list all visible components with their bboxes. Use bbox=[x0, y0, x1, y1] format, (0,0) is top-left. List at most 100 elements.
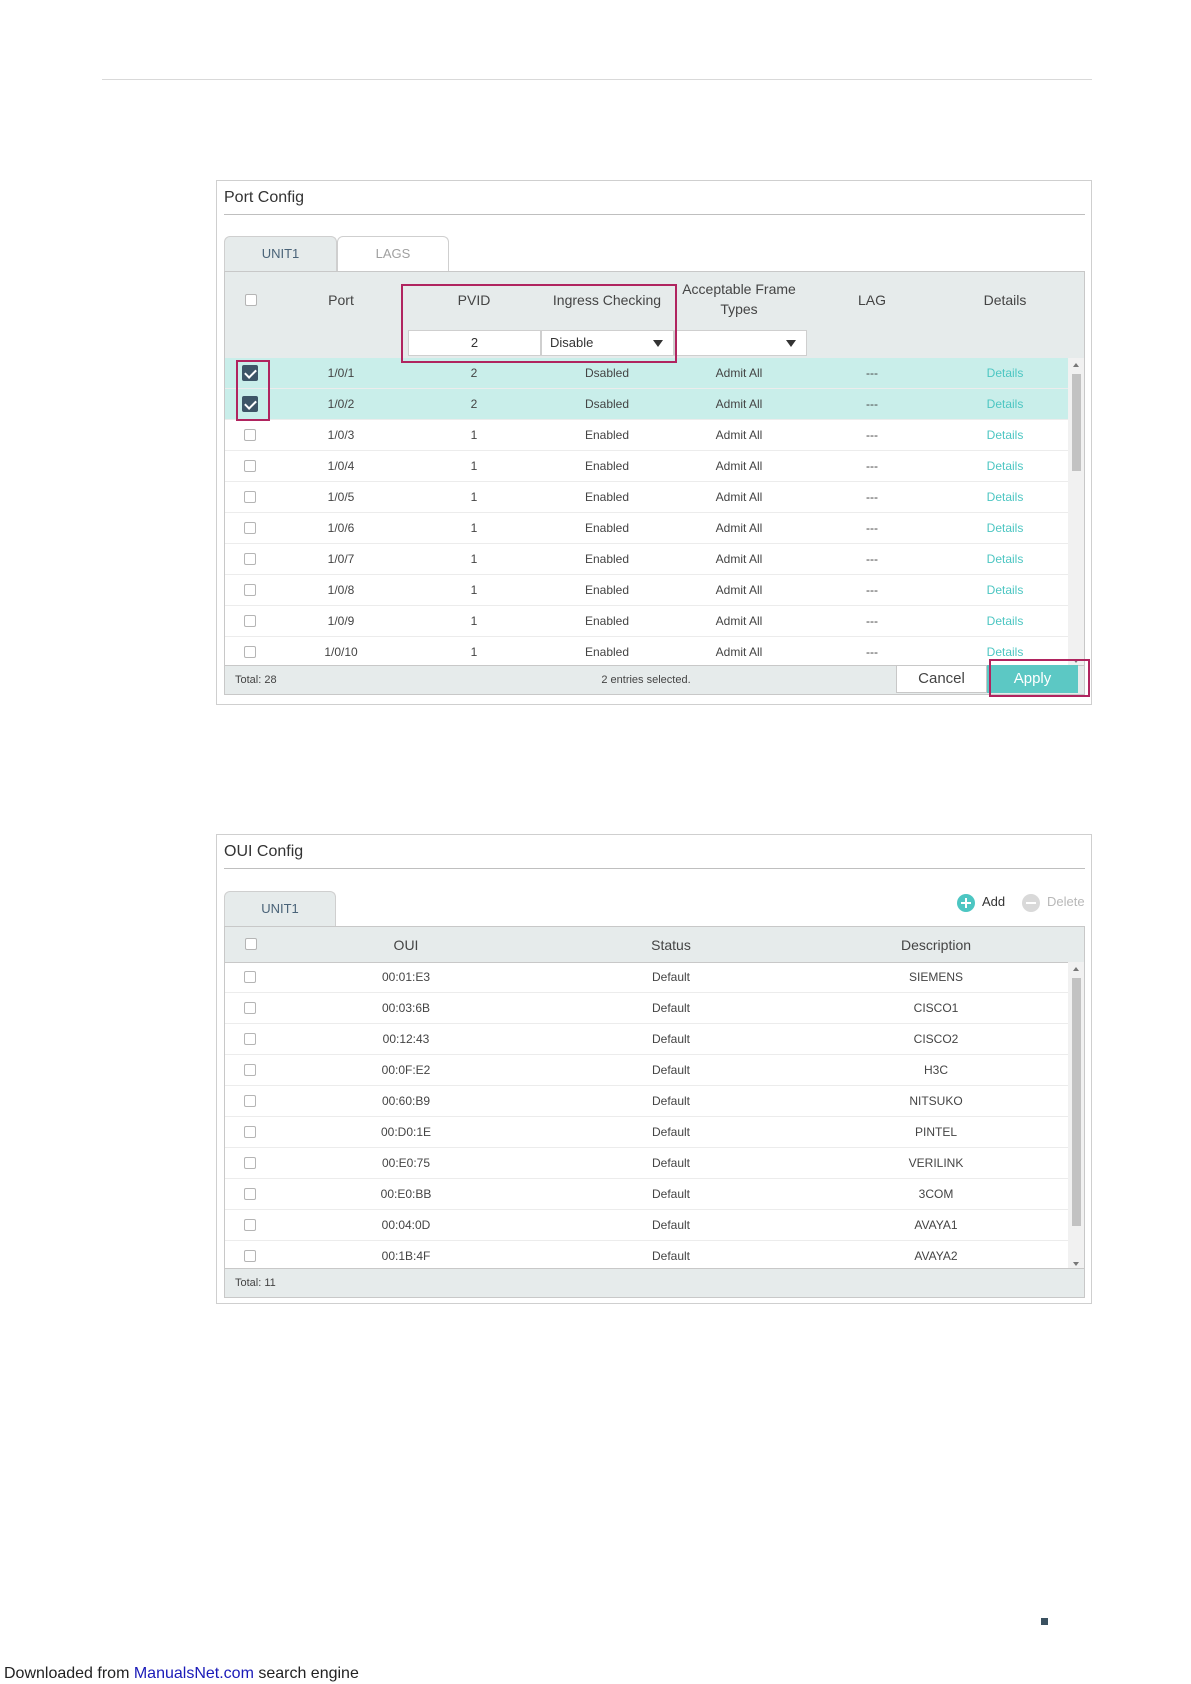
row-checkbox[interactable] bbox=[242, 396, 258, 412]
cell-description: AVAYA1 bbox=[914, 1218, 958, 1232]
cell-status: Default bbox=[651, 1125, 691, 1139]
table-row[interactable]: 00:0F:E2 Default H3C bbox=[225, 1055, 1068, 1086]
header-status[interactable]: Status bbox=[651, 935, 691, 955]
select-all-checkbox[interactable] bbox=[245, 294, 257, 306]
row-checkbox[interactable] bbox=[244, 1033, 256, 1045]
row-checkbox[interactable] bbox=[244, 460, 256, 472]
cell-oui: 00:60:B9 bbox=[381, 1094, 431, 1108]
tab-unit1[interactable]: UNIT1 bbox=[224, 236, 337, 271]
download-suffix: search engine bbox=[253, 1665, 359, 1682]
cell-description: 3COM bbox=[918, 1187, 954, 1201]
select-all-checkbox[interactable] bbox=[245, 938, 257, 950]
row-checkbox[interactable] bbox=[244, 646, 256, 658]
cell-port: 1/0/7 bbox=[327, 552, 355, 566]
header-oui[interactable]: OUI bbox=[394, 935, 419, 955]
table-row[interactable]: 1/0/10 1 Enabled Admit All --- Details bbox=[225, 637, 1068, 668]
details-link[interactable]: Details bbox=[987, 513, 1024, 543]
header-acceptable-frame-types[interactable]: Acceptable Frame Types bbox=[682, 279, 796, 319]
row-checkbox[interactable] bbox=[244, 429, 256, 441]
cell-frame-types: Admit All bbox=[715, 366, 763, 380]
header-port[interactable]: Port bbox=[328, 290, 354, 310]
header-pvid[interactable]: PVID bbox=[458, 290, 491, 310]
table-row[interactable]: 00:D0:1E Default PINTEL bbox=[225, 1117, 1068, 1148]
row-checkbox[interactable] bbox=[244, 971, 256, 983]
details-link[interactable]: Details bbox=[987, 637, 1024, 667]
row-checkbox[interactable] bbox=[244, 584, 256, 596]
row-checkbox[interactable] bbox=[244, 1219, 256, 1231]
cancel-button[interactable]: Cancel bbox=[896, 665, 987, 693]
cell-frame-types: Admit All bbox=[715, 397, 763, 411]
table-row[interactable]: 00:60:B9 Default NITSUKO bbox=[225, 1086, 1068, 1117]
row-checkbox[interactable] bbox=[242, 365, 258, 381]
table-row[interactable]: 1/0/6 1 Enabled Admit All --- Details bbox=[225, 513, 1068, 544]
row-checkbox[interactable] bbox=[244, 553, 256, 565]
apply-button[interactable]: Apply bbox=[987, 665, 1078, 693]
scroll-up-icon[interactable] bbox=[1073, 967, 1079, 971]
table-row[interactable]: 1/0/4 1 Enabled Admit All --- Details bbox=[225, 451, 1068, 482]
table-row[interactable]: 00:03:6B Default CISCO1 bbox=[225, 993, 1068, 1024]
table-row[interactable]: 00:12:43 Default CISCO2 bbox=[225, 1024, 1068, 1055]
details-link[interactable]: Details bbox=[987, 606, 1024, 636]
table-header: Port PVID Ingress Checking Acceptable Fr… bbox=[225, 272, 1084, 329]
tab-unit1[interactable]: UNIT1 bbox=[224, 891, 336, 926]
details-link[interactable]: Details bbox=[987, 389, 1024, 419]
header-lag[interactable]: LAG bbox=[858, 290, 886, 310]
delete-label: Delete bbox=[1047, 894, 1085, 909]
cell-ingress: Enabled bbox=[584, 583, 630, 597]
table-row[interactable]: 1/0/2 2 Dsabled Admit All --- Details bbox=[225, 389, 1068, 420]
cell-port: 1/0/8 bbox=[327, 583, 355, 597]
table-row[interactable]: 1/0/1 2 Dsabled Admit All --- Details bbox=[225, 358, 1068, 389]
row-checkbox[interactable] bbox=[244, 1126, 256, 1138]
table-row[interactable]: 1/0/8 1 Enabled Admit All --- Details bbox=[225, 575, 1068, 606]
row-checkbox[interactable] bbox=[244, 1188, 256, 1200]
table-row[interactable]: 00:E0:75 Default VERILINK bbox=[225, 1148, 1068, 1179]
table-row[interactable]: 00:E0:BB Default 3COM bbox=[225, 1179, 1068, 1210]
row-checkbox[interactable] bbox=[244, 522, 256, 534]
cell-status: Default bbox=[651, 1156, 691, 1170]
row-checkbox[interactable] bbox=[244, 491, 256, 503]
ingress-checking-select[interactable]: Disable bbox=[541, 330, 674, 356]
cell-description: CISCO1 bbox=[913, 1001, 959, 1015]
frame-types-select[interactable] bbox=[674, 330, 807, 356]
row-checkbox[interactable] bbox=[244, 615, 256, 627]
scroll-thumb[interactable] bbox=[1072, 374, 1081, 471]
details-link[interactable]: Details bbox=[987, 575, 1024, 605]
cell-oui: 00:D0:1E bbox=[380, 1125, 432, 1139]
row-checkbox[interactable] bbox=[244, 1064, 256, 1076]
details-link[interactable]: Details bbox=[987, 420, 1024, 450]
chevron-down-icon bbox=[653, 340, 663, 347]
row-checkbox[interactable] bbox=[244, 1002, 256, 1014]
table-row[interactable]: 00:04:0D Default AVAYA1 bbox=[225, 1210, 1068, 1241]
cell-description: PINTEL bbox=[914, 1125, 958, 1139]
header-ingress-checking[interactable]: Ingress Checking bbox=[553, 290, 661, 310]
row-checkbox[interactable] bbox=[244, 1250, 256, 1262]
cell-status: Default bbox=[651, 1032, 691, 1046]
cell-frame-types: Admit All bbox=[715, 552, 763, 566]
header-description[interactable]: Description bbox=[901, 935, 971, 955]
scrollbar[interactable] bbox=[1068, 358, 1084, 668]
manualsnet-link[interactable]: ManualsNet.com bbox=[134, 1665, 254, 1682]
scrollbar[interactable] bbox=[1068, 962, 1084, 1271]
details-link[interactable]: Details bbox=[987, 358, 1024, 388]
tab-lags[interactable]: LAGS bbox=[337, 236, 449, 271]
cell-status: Default bbox=[651, 1001, 691, 1015]
details-link[interactable]: Details bbox=[987, 482, 1024, 512]
cell-lag: --- bbox=[866, 366, 878, 380]
details-link[interactable]: Details bbox=[987, 451, 1024, 481]
row-checkbox[interactable] bbox=[244, 1157, 256, 1169]
pvid-input[interactable]: 2 bbox=[408, 330, 541, 356]
table-row[interactable]: 1/0/7 1 Enabled Admit All --- Details bbox=[225, 544, 1068, 575]
scroll-thumb[interactable] bbox=[1072, 978, 1081, 1226]
table-row[interactable]: 1/0/9 1 Enabled Admit All --- Details bbox=[225, 606, 1068, 637]
scroll-up-icon[interactable] bbox=[1073, 363, 1079, 367]
table-row[interactable]: 1/0/3 1 Enabled Admit All --- Details bbox=[225, 420, 1068, 451]
table-row[interactable]: 00:01:E3 Default SIEMENS bbox=[225, 962, 1068, 993]
row-checkbox[interactable] bbox=[244, 1095, 256, 1107]
scroll-down-icon[interactable] bbox=[1073, 1262, 1079, 1266]
scroll-down-icon[interactable] bbox=[1073, 659, 1079, 663]
table-row[interactable]: 1/0/5 1 Enabled Admit All --- Details bbox=[225, 482, 1068, 513]
details-link[interactable]: Details bbox=[987, 544, 1024, 574]
add-button[interactable]: Add bbox=[957, 892, 1005, 912]
cell-oui: 00:01:E3 bbox=[381, 970, 431, 984]
delete-button[interactable]: Delete bbox=[1022, 892, 1085, 912]
